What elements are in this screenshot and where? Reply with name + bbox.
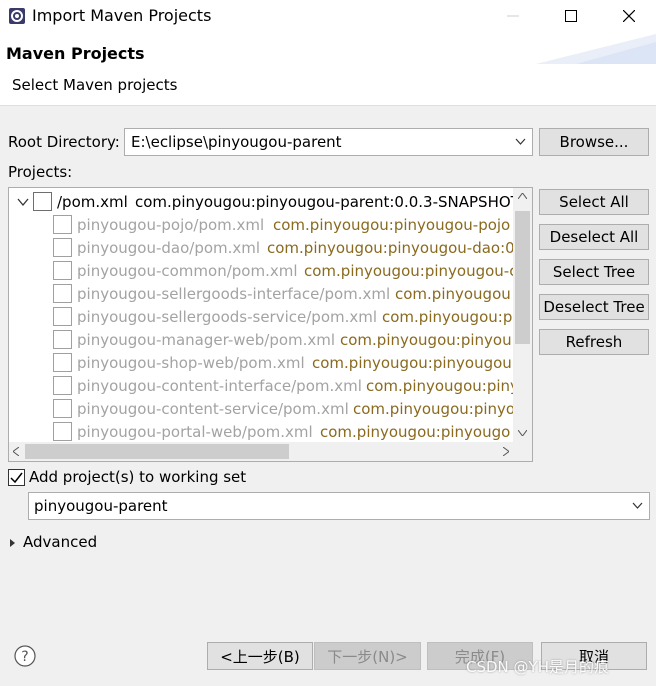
scroll-corner [513,441,532,461]
help-icon[interactable]: ? [14,645,36,667]
project-artifact-id: com.pinyougou:p [382,307,513,326]
advanced-section-toggle[interactable]: Advanced [23,533,97,551]
root-directory-value: E:\eclipse\pinyougou-parent [131,133,342,151]
deselect-tree-button[interactable]: Deselect Tree [539,294,649,320]
tree-child-row[interactable]: pinyougou-portal-web/pom.xml com.pinyougo… [9,420,515,443]
project-checkbox[interactable] [53,307,72,326]
tree-child-row[interactable]: pinyougou-pojo/pom.xml com.pinyougou:piny… [9,213,515,236]
project-checkbox[interactable] [53,215,72,234]
browse-button[interactable]: Browse... [539,128,649,156]
project-checkbox[interactable] [53,330,72,349]
minimize-icon [507,15,519,17]
root-checkbox[interactable] [33,192,52,211]
app-icon [9,8,25,24]
banner-decoration [536,34,656,64]
wizard-header: Maven Projects Select Maven projects [0,34,656,106]
scroll-left-icon[interactable] [13,447,19,456]
scroll-up-icon[interactable] [518,193,527,199]
project-artifact-id: com.pinyougou:pinyougou [312,353,512,372]
working-set-value: pinyougou-parent [34,497,168,515]
close-button[interactable] [606,0,652,32]
project-checkbox[interactable] [53,422,72,441]
back-button[interactable]: <上一步(B) [207,642,313,670]
vertical-scrollbar[interactable] [513,188,532,441]
project-path: pinyougou-pojo/pom.xml [77,215,265,234]
maximize-icon [565,10,577,22]
page-description: Select Maven projects [12,76,178,94]
project-path: pinyougou-manager-web/pom.xml [77,330,336,349]
project-artifact-id: com.pinyougou:pinyougou-pojo [273,215,511,234]
maximize-button[interactable] [548,0,594,32]
expand-arrow-icon[interactable] [8,537,18,549]
project-path: pinyougou-shop-web/pom.xml [77,353,305,372]
project-path: pinyougou-content-interface/pom.xml [77,376,362,395]
project-artifact-id: com.pinyougou:pinyo [353,399,516,418]
project-path: pinyougou-dao/pom.xml [77,238,261,257]
window-title: Import Maven Projects [32,6,212,25]
working-set-checkbox[interactable] [8,469,25,486]
project-artifact-id: com.pinyougou:pinyou [340,330,512,349]
watermark: CSDN @YH是月的痕 [466,658,609,676]
project-checkbox[interactable] [53,353,72,372]
project-path: pinyougou-sellergoods-service/pom.xml [77,307,378,326]
project-path: pinyougou-common/pom.xml [77,261,298,280]
project-checkbox[interactable] [53,284,72,303]
close-icon [623,10,635,22]
tree-child-row[interactable]: pinyougou-common/pom.xml com.pinyougou:pi… [9,259,518,282]
working-set-label: Add project(s) to working set [29,468,247,486]
next-button[interactable]: 下一步(N)> [314,642,421,670]
tree-root-row[interactable]: /pom.xml com.pinyougou:pinyougou-parent:… [9,190,520,213]
project-artifact-id: com.pinyougou:pinyougo [320,422,511,441]
project-checkbox[interactable] [53,261,72,280]
tree-child-row[interactable]: pinyougou-content-service/pom.xml com.pin… [9,397,515,420]
chevron-down-icon [515,138,526,145]
horizontal-scrollbar[interactable] [9,442,515,461]
root-directory-combo[interactable]: E:\eclipse\pinyougou-parent [124,128,533,156]
project-checkbox[interactable] [53,399,72,418]
projects-label: Projects: [8,163,73,181]
svg-text:?: ? [21,649,28,665]
project-checkbox[interactable] [53,238,72,257]
checkmark-icon [10,472,23,484]
horizontal-scroll-thumb[interactable] [25,444,289,459]
project-checkbox[interactable] [53,376,72,395]
deselect-all-button[interactable]: Deselect All [539,224,649,250]
chevron-down-icon[interactable] [17,196,29,208]
scroll-right-icon[interactable] [503,447,509,456]
tree-child-row[interactable]: pinyougou-dao/pom.xml com.pinyougou:pinyo… [9,236,515,259]
project-path: pinyougou-content-service/pom.xml [77,399,349,418]
title-bar: Import Maven Projects [0,0,656,34]
project-path: pinyougou-portal-web/pom.xml [77,422,313,441]
tree-child-row[interactable]: pinyougou-manager-web/pom.xml com.pinyoug… [9,328,515,351]
projects-tree[interactable]: /pom.xml com.pinyougou:pinyougou-parent:… [8,187,533,462]
working-set-combo[interactable]: pinyougou-parent [28,492,650,520]
project-artifact-id: com.pinyougou:piny [366,376,519,395]
select-all-button[interactable]: Select All [539,189,649,215]
scroll-down-icon[interactable] [518,430,527,436]
project-artifact-id: com.pinyougou:pinyougou-dao:0 [267,238,515,257]
tree-child-row[interactable]: pinyougou-sellergoods-interface/pom.xml c… [9,282,515,305]
vertical-scroll-thumb[interactable] [515,211,530,344]
select-tree-button[interactable]: Select Tree [539,259,649,285]
minimize-button[interactable] [490,0,536,32]
tree-child-row[interactable]: pinyougou-shop-web/pom.xml com.pinyougou:… [9,351,515,374]
tree-root-id: com.pinyougou:pinyougou-parent:0.0.3-SNA… [135,192,520,211]
page-title: Maven Projects [6,44,145,63]
tree-child-row[interactable]: pinyougou-content-interface/pom.xml com.p… [9,374,519,397]
tree-child-row[interactable]: pinyougou-sellergoods-service/pom.xml com… [9,305,515,328]
tree-root-path: /pom.xml [57,192,128,211]
root-directory-label: Root Directory: [8,133,120,151]
project-path: pinyougou-sellergoods-interface/pom.xml [77,284,391,303]
chevron-down-icon [632,502,643,509]
refresh-button[interactable]: Refresh [539,329,649,355]
project-artifact-id: com.pinyougou:pinyougou-c [304,261,518,280]
project-artifact-id: com.pinyougou [395,284,511,303]
